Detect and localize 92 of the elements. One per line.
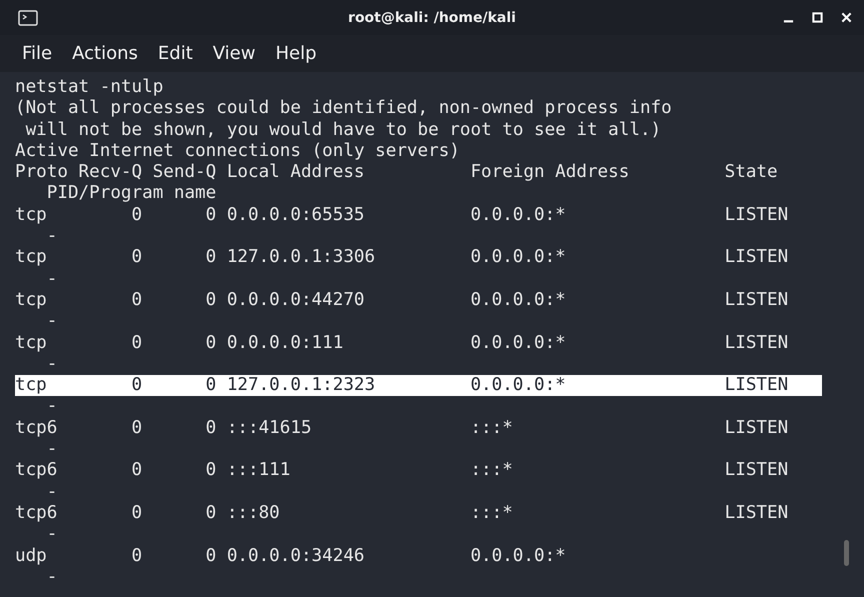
table-cell-text: 0 bbox=[130, 418, 142, 440]
column-header: State bbox=[724, 162, 779, 184]
connection-row[interactable]: tcp6 0 0 :::80 :::* LISTEN bbox=[15, 502, 822, 524]
connection-row[interactable]: tcp 0 0 127.0.0.1:2323 0.0.0.0:* LISTEN bbox=[15, 375, 822, 396]
table-cell-text: LISTEN bbox=[724, 418, 790, 440]
table-cell-text: 0.0.0.0:111 bbox=[226, 332, 344, 354]
table-cell-text: 127.0.0.1:2323 bbox=[226, 375, 376, 396]
table-cell: - bbox=[46, 396, 58, 416]
output-line: Active Internet connections (only servers) bbox=[15, 140, 460, 161]
table-cell: - bbox=[46, 354, 58, 374]
table-cell-text: tcp6 bbox=[15, 460, 58, 482]
menu-item[interactable]: Edit bbox=[158, 43, 193, 64]
column-header: Proto bbox=[15, 162, 69, 184]
window-title: root@kali: /home/kali bbox=[348, 10, 516, 26]
connection-row[interactable]: tcp 0 0 0.0.0.0:44270 0.0.0.0:* LISTEN bbox=[15, 290, 822, 312]
table-cell-text: LISTEN bbox=[724, 460, 790, 482]
table-cell-text: tcp bbox=[15, 375, 48, 396]
table-cell-text: 0 bbox=[130, 247, 142, 269]
terminal-icon bbox=[18, 10, 38, 26]
table-cell: - bbox=[46, 566, 58, 587]
column-header: PID/Program name bbox=[46, 183, 216, 204]
table-cell-text: tcp bbox=[15, 332, 48, 354]
connection-row[interactable]: tcp 0 0 0.0.0.0:65535 0.0.0.0:* LISTEN bbox=[15, 204, 822, 226]
table-cell-text: 0 bbox=[204, 290, 216, 312]
table-cell-text: 0.0.0.0:* bbox=[470, 546, 567, 567]
table-cell-text: 0 bbox=[204, 418, 216, 440]
table-cell-text: 127.0.0.1:3306 bbox=[226, 247, 376, 269]
connection-row[interactable]: tcp 0 0 127.0.0.1:3306 0.0.0.0:* LISTEN bbox=[15, 247, 822, 269]
connection-row[interactable]: tcp 0 0 0.0.0.0:111 0.0.0.0:* LISTEN bbox=[15, 332, 822, 354]
table-cell-text: 0 bbox=[130, 502, 142, 524]
output-line: (Not all processes could be identified, non-owned process info bbox=[15, 98, 672, 118]
table-cell-text: 0.0.0.0:* bbox=[470, 332, 567, 354]
table-cell-text: 0 bbox=[204, 546, 216, 567]
table-cell-text: 0 bbox=[130, 460, 142, 482]
table-cell-text: 0.0.0.0:65535 bbox=[226, 204, 366, 226]
scrollbar-thumb[interactable] bbox=[844, 540, 849, 566]
table-cell-text: 0.0.0.0:44270 bbox=[226, 290, 366, 312]
table-cell-text: 0.0.0.0:* bbox=[470, 375, 567, 396]
table-cell-text: LISTEN bbox=[724, 204, 790, 226]
table-cell-text: tcp6 bbox=[15, 502, 58, 524]
table-cell-text: tcp bbox=[15, 247, 48, 269]
table-cell-text: 0.0.0.0:* bbox=[470, 247, 567, 269]
table-cell-text: LISTEN bbox=[724, 290, 790, 312]
table-cell-text: LISTEN bbox=[724, 375, 790, 396]
menu-item[interactable]: File bbox=[22, 43, 52, 64]
table-cell-text: 0 bbox=[130, 290, 142, 312]
table-cell-text: 0 bbox=[130, 204, 142, 226]
table-cell-text: 0.0.0.0:* bbox=[470, 204, 567, 226]
connection-row[interactable]: tcp6 0 0 :::111 :::* LISTEN bbox=[15, 460, 822, 482]
table-cell-text: :::* bbox=[470, 460, 514, 482]
column-header: Send-Q bbox=[152, 162, 216, 184]
table-cell-text: LISTEN bbox=[724, 502, 790, 524]
table-cell: - bbox=[46, 226, 58, 246]
table-cell-text: 0 bbox=[204, 375, 216, 396]
table-cell-text: 0.0.0.0:34246 bbox=[226, 546, 366, 567]
table-cell-text: 0 bbox=[130, 546, 142, 567]
table-cell-text: tcp bbox=[15, 290, 48, 312]
table-cell-text: udp bbox=[15, 546, 48, 567]
column-header: Foreign Address bbox=[470, 162, 630, 184]
table-cell: - bbox=[46, 482, 58, 502]
table-cell-text: tcp6 bbox=[15, 418, 58, 440]
table-cell-text: 0.0.0.0:* bbox=[470, 290, 567, 312]
menu-item[interactable]: Actions bbox=[72, 43, 138, 64]
table-cell-text: :::111 bbox=[226, 460, 292, 482]
column-header: Recv-Q bbox=[78, 162, 142, 184]
table-cell-text: LISTEN bbox=[724, 332, 790, 354]
close-icon[interactable] bbox=[841, 12, 852, 23]
table-cell-text: 0 bbox=[204, 502, 216, 524]
table-cell: - bbox=[46, 268, 58, 289]
table-cell-text: 0 bbox=[130, 332, 142, 354]
table-cell-text: :::* bbox=[470, 502, 514, 524]
table-cell: - bbox=[46, 439, 58, 460]
table-cell-text: :::80 bbox=[226, 502, 281, 524]
table-cell: - bbox=[46, 524, 58, 544]
menu-item[interactable]: View bbox=[212, 43, 256, 64]
table-cell-text: 0 bbox=[204, 460, 216, 482]
command-text: netstat -ntulp bbox=[15, 77, 164, 97]
table-cell-text: 0 bbox=[204, 332, 216, 354]
output-line: will not be shown, you would have to be root to see it all.) bbox=[24, 120, 662, 140]
table-cell-text: tcp bbox=[15, 204, 48, 226]
maximize-icon[interactable] bbox=[812, 12, 823, 23]
table-cell-text: 0 bbox=[204, 204, 216, 226]
table-cell-text: LISTEN bbox=[724, 247, 790, 269]
connection-row[interactable]: udp 0 0 0.0.0.0:34246 0.0.0.0:* bbox=[15, 546, 822, 567]
table-cell-text: :::* bbox=[470, 418, 514, 440]
column-header: Local Address bbox=[226, 162, 366, 184]
menu-item[interactable]: Help bbox=[275, 43, 317, 64]
table-cell: - bbox=[46, 311, 58, 332]
table-cell-text: 0 bbox=[204, 247, 216, 269]
table-cell-text: 0 bbox=[130, 375, 142, 396]
table-cell-text: :::41615 bbox=[226, 418, 313, 440]
connection-row[interactable]: tcp6 0 0 :::41615 :::* LISTEN bbox=[15, 418, 822, 440]
